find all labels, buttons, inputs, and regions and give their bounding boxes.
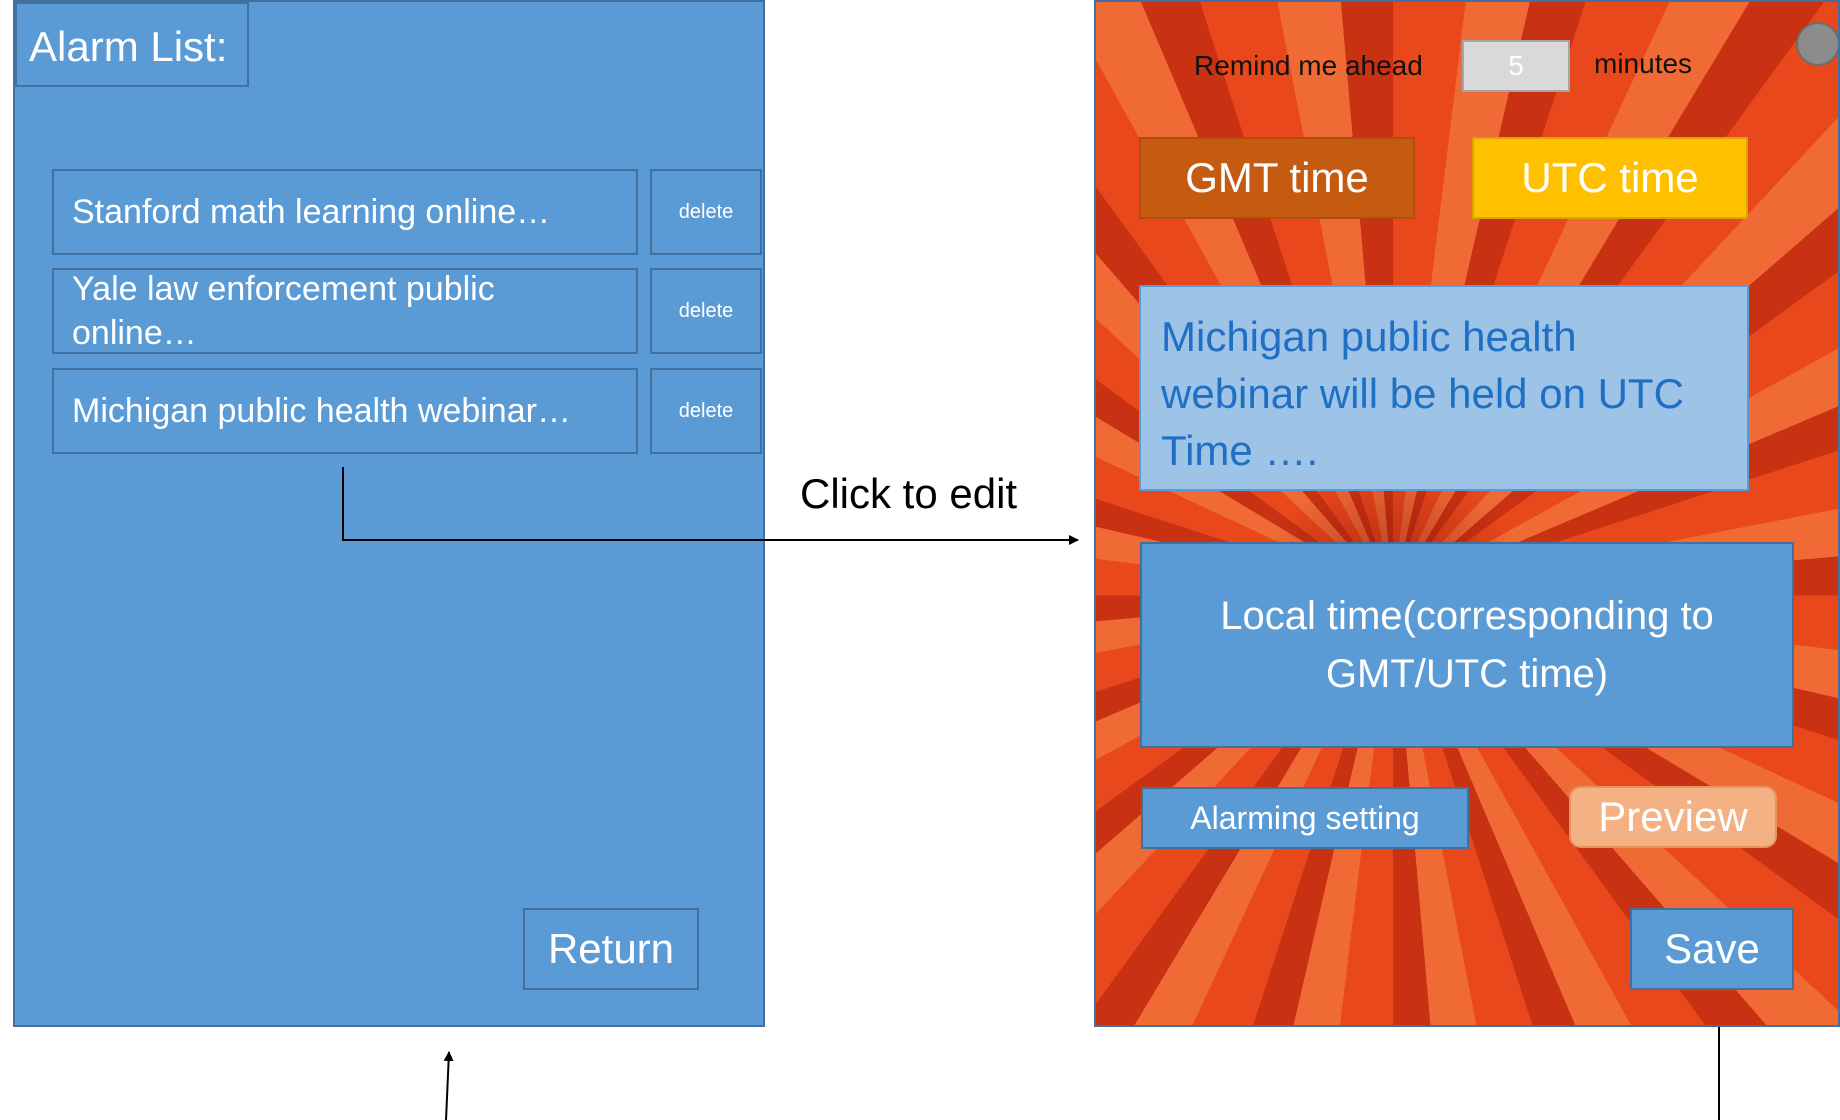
alarm-item-michigan[interactable]: Michigan public health webinar… (52, 368, 638, 454)
delete-button[interactable]: delete (650, 268, 762, 354)
gmt-time-button[interactable]: GMT time (1139, 137, 1415, 219)
alarm-item-label: Michigan public health webinar… (72, 392, 571, 430)
remind-minutes-input[interactable]: 5 (1462, 40, 1570, 92)
click-to-edit-label: Click to edit (800, 470, 1018, 517)
alarming-setting-button[interactable]: Alarming setting (1141, 787, 1469, 849)
preview-button[interactable]: Preview (1569, 786, 1777, 848)
alarm-item-stanford[interactable]: Stanford math learning online… (52, 169, 638, 255)
local-time-display: Local time(corresponding to GMT/UTC time… (1140, 542, 1794, 748)
remind-ahead-label: Remind me ahead (1194, 50, 1423, 81)
return-button[interactable]: Return (523, 908, 699, 990)
return-arrow (443, 1051, 454, 1120)
alarm-editor-panel: Remind me ahead 5 minutes GMT time UTC t… (1094, 0, 1840, 1027)
alarm-item-label: Yale law enforcement public online… (72, 270, 495, 352)
alarm-message-text[interactable]: Michigan public health webinar will be h… (1139, 285, 1749, 491)
alarm-item-label: Stanford math learning online… (72, 193, 551, 231)
local-time-label: Local time(corresponding to GMT/UTC time… (1220, 594, 1714, 696)
save-button[interactable]: Save (1630, 908, 1794, 990)
minutes-label: minutes (1594, 48, 1693, 79)
toggle-icon[interactable] (1796, 22, 1838, 66)
alarm-item-yale[interactable]: Yale law enforcement public online… (52, 268, 638, 354)
delete-button[interactable]: delete (650, 169, 762, 255)
alarm-list-panel: Alarm List: Stanford math learning onlin… (13, 0, 765, 1027)
utc-time-button[interactable]: UTC time (1472, 137, 1748, 219)
delete-button[interactable]: delete (650, 368, 762, 454)
alarm-list-title: Alarm List: (15, 2, 249, 87)
